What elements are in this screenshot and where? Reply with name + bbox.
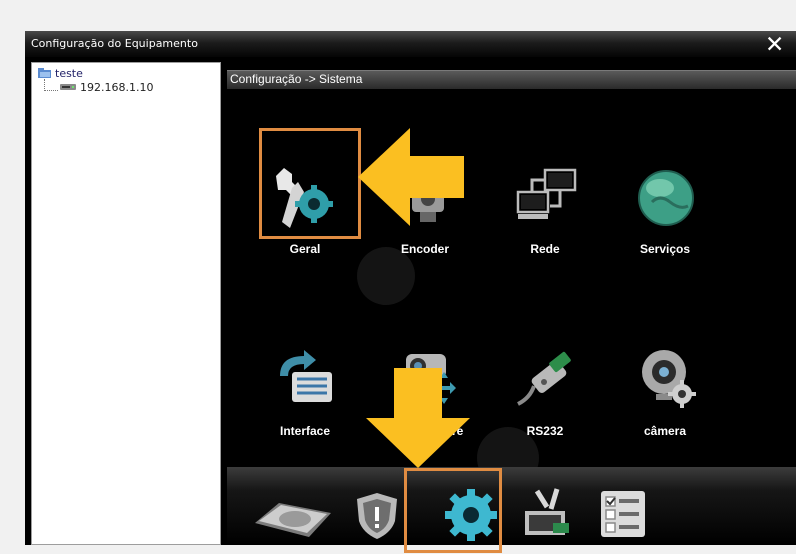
network-icon (516, 168, 577, 219)
menu-item-label: Serviços (639, 242, 691, 256)
tree-item-device[interactable]: 192.168.1.10 (59, 81, 153, 94)
menu-item-label: Geral (289, 242, 321, 256)
menu-item-label: RS232 (526, 424, 564, 438)
rs232-cable-icon (517, 351, 571, 406)
menu-item-interface[interactable]: Interface (245, 342, 365, 472)
disk-icon[interactable] (251, 495, 337, 541)
globe-icon (638, 170, 694, 226)
tree-root-label: teste (55, 67, 83, 80)
menu-item-label: Interface (279, 424, 331, 438)
encoder-icon (412, 172, 444, 222)
ptz-camera-icon (406, 354, 456, 404)
checklist-icon[interactable] (597, 489, 649, 539)
maintenance-icon[interactable] (517, 485, 577, 541)
breadcrumb: Configuração -> Sistema (230, 72, 363, 86)
device-tree: teste 192.168.1.10 (31, 62, 221, 545)
menu-item-rs232[interactable]: RS232 (485, 342, 605, 472)
shield-icon[interactable] (353, 489, 401, 541)
camera-icon (642, 350, 696, 408)
bottom-toolbar (227, 467, 796, 545)
title-bar: Configuração do Equipamento ✕ (25, 31, 796, 57)
menu-item-ptz[interactable]: o… ito de pre (365, 342, 485, 472)
menu-item-label: o… ito de pre (386, 424, 464, 438)
close-icon[interactable]: ✕ (765, 33, 784, 56)
gear-icon[interactable] (441, 487, 501, 543)
menu-item-geral[interactable]: Geral (245, 162, 365, 292)
window-title: Configuração do Equipamento (31, 37, 198, 50)
tree-line (44, 90, 58, 91)
menu-item-label: Rede (530, 242, 560, 256)
config-window: Configuração do Equipamento ✕ teste 192.… (25, 31, 796, 545)
menu-item-label: câmera (643, 424, 687, 438)
menu-item-rede[interactable]: Rede (485, 162, 605, 292)
menu-item-camera[interactable]: câmera (605, 342, 725, 472)
menu-item-encoder[interactable]: Encoder (365, 162, 485, 292)
wrench-gear-icon (276, 168, 333, 228)
interface-icon (280, 350, 332, 402)
tree-item-label: 192.168.1.10 (80, 81, 154, 94)
menu-item-label: Encoder (400, 242, 449, 256)
menu-item-servicos[interactable]: Serviços (605, 162, 725, 292)
folder-icon (38, 68, 51, 78)
device-icon (60, 84, 76, 90)
breadcrumb-bar: Configuração -> Sistema (227, 70, 796, 89)
system-panel: Configuração -> Sistema Geral Encoder Re… (227, 62, 796, 545)
